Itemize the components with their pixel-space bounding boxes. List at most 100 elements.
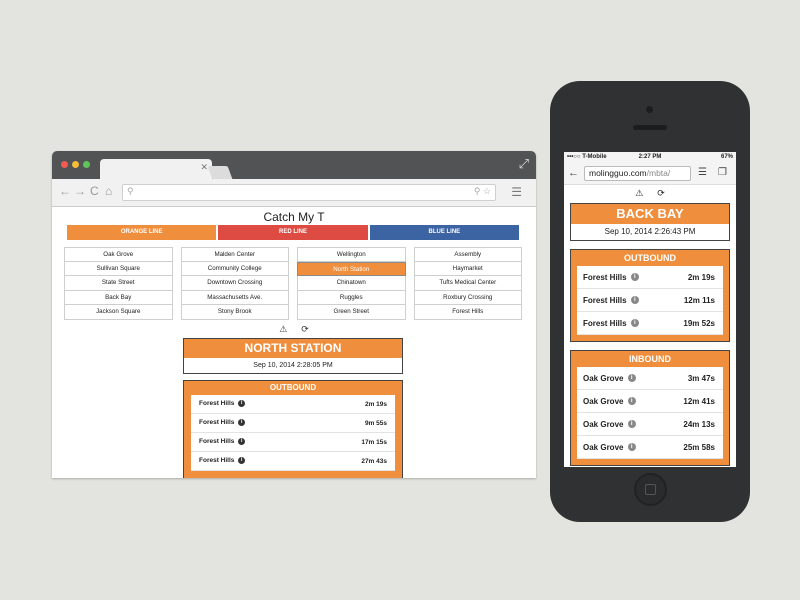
info-icon[interactable]: i <box>627 420 636 429</box>
station-column: Oak Grove Sullivan Square State Street B… <box>64 247 173 320</box>
station-grid: Oak Grove Sullivan Square State Street B… <box>64 247 522 320</box>
menu-icon[interactable]: ☰ <box>698 167 707 178</box>
trip-destination: Forest Hills <box>199 457 235 465</box>
info-icon[interactable]: i <box>630 296 639 305</box>
station-button[interactable]: Oak Grove <box>64 247 173 262</box>
trip-row: Forest Hills i 17m 15s <box>191 433 395 452</box>
tabs-icon[interactable]: ❐ <box>718 167 727 178</box>
station-button[interactable]: State Street <box>64 276 173 291</box>
tab-orange-line[interactable]: ORANGE LINE <box>67 225 217 240</box>
trip-row: Forest Hills i 12m 11s <box>577 289 723 312</box>
back-arrow-icon[interactable]: ← <box>568 167 579 179</box>
trip-eta: 2m 19s <box>364 400 387 408</box>
station-button[interactable]: Stony Brook <box>180 305 289 320</box>
tab-close-icon[interactable]: ✕ <box>200 162 208 173</box>
info-icon[interactable]: i <box>627 397 636 406</box>
home-icon[interactable]: ⌂ <box>105 184 112 198</box>
speaker-grille <box>633 125 667 130</box>
direction-heading: INBOUND <box>629 354 671 364</box>
station-button[interactable]: Back Bay <box>64 290 173 305</box>
info-icon[interactable]: i <box>630 319 639 328</box>
trip-list: Forest Hills i 2m 19s Forest Hills i 9m 55… <box>191 395 395 471</box>
station-button[interactable]: Community College <box>180 261 289 276</box>
browser-tab[interactable]: ✕ <box>100 159 212 179</box>
refresh-icon[interactable]: ⟳ <box>301 324 309 334</box>
trip-destination: Forest Hills <box>199 419 235 427</box>
status-bar: •••○○ T-Mobile 2:27 PM 67% <box>564 152 736 163</box>
station-button-selected[interactable]: North Station <box>297 261 406 276</box>
station-button[interactable]: Wellington <box>297 247 406 262</box>
info-icon[interactable]: i <box>238 419 246 427</box>
home-square-icon <box>645 484 656 495</box>
trip-row: Forest Hills i 2m 19s <box>577 266 723 289</box>
back-arrow-icon[interactable]: ← <box>59 184 71 198</box>
trip-eta: 25m 58s <box>683 442 715 452</box>
camera-icon <box>646 106 653 113</box>
mobile-address-field[interactable]: molingguo.com/mbta/ <box>584 166 691 181</box>
trip-destination: Forest Hills <box>583 295 627 305</box>
maximize-window-icon[interactable] <box>83 161 90 168</box>
warning-icon[interactable]: ⚠ <box>279 324 287 334</box>
minimize-window-icon[interactable] <box>72 161 79 168</box>
status-clock: 2:27 PM <box>638 154 662 160</box>
refresh-icon[interactable]: ⟳ <box>657 188 665 198</box>
station-column: Assembly Haymarket Tufts Medical Center … <box>413 247 522 320</box>
station-button[interactable]: Assembly <box>413 247 522 262</box>
station-button[interactable]: Haymarket <box>413 261 522 276</box>
info-icon[interactable]: i <box>627 374 636 383</box>
home-button[interactable] <box>634 473 667 506</box>
forward-arrow-icon[interactable]: → <box>74 184 86 198</box>
direction-heading: OUTBOUND <box>269 383 317 392</box>
station-button[interactable]: Chinatown <box>297 276 406 291</box>
trip-eta: 9m 55s <box>364 419 387 427</box>
station-button[interactable]: Green Street <box>297 305 406 320</box>
info-icon[interactable]: i <box>238 400 246 408</box>
station-timestamp: Sep 10, 2014 2:28:05 PM <box>253 362 333 369</box>
station-button[interactable]: Malden Center <box>180 247 289 262</box>
station-button[interactable]: Tufts Medical Center <box>413 276 522 291</box>
trip-destination: Forest Hills <box>199 438 235 446</box>
tab-blue-line[interactable]: BLUE LINE <box>369 225 519 240</box>
trip-eta: 24m 13s <box>683 419 715 429</box>
trip-destination: Oak Grove <box>583 442 624 452</box>
fullscreen-icon[interactable]: ⤢ <box>519 156 529 172</box>
inbound-panel: INBOUND Oak Grove i 3m 47s Oak Grove i 12m… <box>570 350 730 466</box>
station-button[interactable]: Downtown Crossing <box>180 276 289 291</box>
station-button[interactable]: Jackson Square <box>64 305 173 320</box>
trip-eta: 12m 41s <box>683 396 715 406</box>
info-icon[interactable]: i <box>627 443 636 452</box>
station-button[interactable]: Forest Hills <box>413 305 522 320</box>
trip-row: Oak Grove i 24m 13s <box>577 413 723 436</box>
trip-list: Oak Grove i 3m 47s Oak Grove i 12m 41s Oak… <box>577 367 723 459</box>
station-button[interactable]: Roxbury Crossing <box>413 290 522 305</box>
info-icon[interactable]: i <box>238 457 246 465</box>
outbound-panel: OUTBOUND Forest Hills i 2m 19s Forest Hil… <box>570 249 730 342</box>
station-button[interactable]: Sullivan Square <box>64 261 173 276</box>
station-button[interactable]: Ruggles <box>297 290 406 305</box>
trip-eta: 3m 47s <box>687 373 715 383</box>
address-bar[interactable]: ⚲ ⚲ ☆ <box>122 184 496 201</box>
warning-icon[interactable]: ⚠ <box>635 188 643 198</box>
tab-red-line[interactable]: RED LINE <box>218 225 368 240</box>
trip-destination: Oak Grove <box>583 419 624 429</box>
phone-screen: •••○○ T-Mobile 2:27 PM 67% ← molingguo.c… <box>564 152 736 467</box>
info-icon[interactable]: i <box>630 273 639 282</box>
trip-eta: 19m 52s <box>683 318 715 328</box>
info-icon[interactable]: i <box>238 438 246 446</box>
reload-icon[interactable]: C <box>90 184 99 198</box>
trip-row: Forest Hills i 2m 19s <box>191 395 395 414</box>
phone-device: •••○○ T-Mobile 2:27 PM 67% ← molingguo.c… <box>550 81 750 522</box>
trip-row: Forest Hills i 9m 55s <box>191 414 395 433</box>
new-tab-button[interactable] <box>207 166 233 179</box>
close-window-icon[interactable] <box>61 161 68 168</box>
trip-destination: Forest Hills <box>199 400 235 408</box>
station-button[interactable]: Massachusetts Ave. <box>180 290 289 305</box>
bookmark-star-icon[interactable]: ⚲ ☆ <box>474 186 491 197</box>
station-card: BACK BAY Sep 10, 2014 2:26:43 PM <box>570 203 730 241</box>
battery-label: 67% <box>720 154 733 160</box>
trip-row: Oak Grove i 25m 58s <box>577 436 723 459</box>
search-icon: ⚲ <box>127 186 134 196</box>
page-title: Catch My T <box>263 210 325 224</box>
trip-row: Forest Hills i 27m 43s <box>191 452 395 471</box>
menu-icon[interactable]: ☰ <box>511 185 522 199</box>
